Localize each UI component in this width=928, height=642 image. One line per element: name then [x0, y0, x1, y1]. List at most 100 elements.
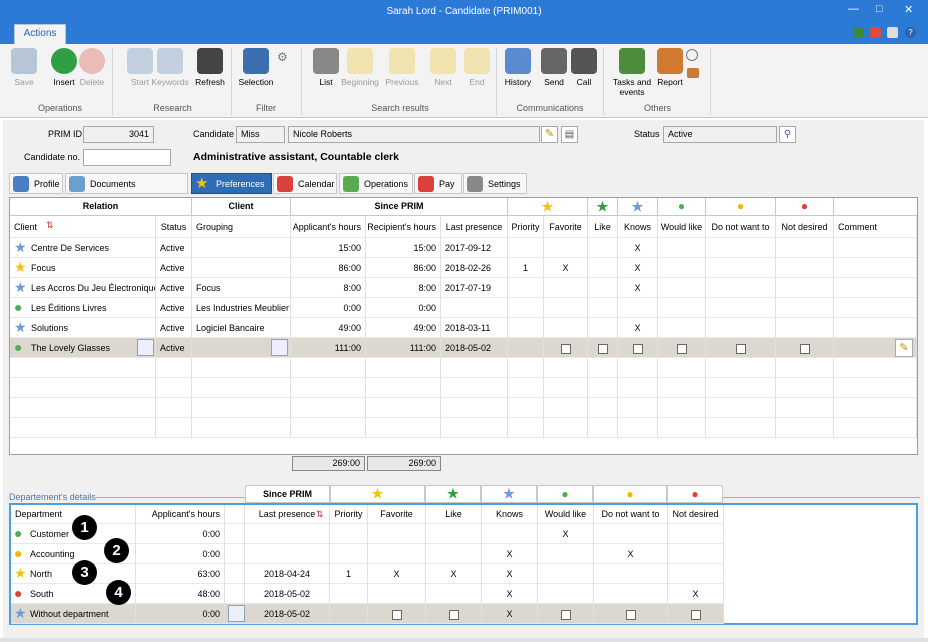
tab-profile[interactable]: Profile [9, 173, 63, 194]
column-header-not-desired[interactable]: Not desired [776, 216, 834, 238]
candidate-name-field[interactable]: Nicole Roberts [288, 126, 540, 143]
empty-cell [834, 398, 917, 418]
checkbox[interactable] [597, 343, 608, 354]
dept-would-like-person-icon: ● [537, 485, 593, 503]
previous-button[interactable]: Previous [382, 48, 422, 87]
dept-column-header-not-desired[interactable]: Not desired [668, 505, 724, 524]
print-icon[interactable] [887, 27, 898, 38]
column-header-would-like[interactable]: Would like [658, 216, 706, 238]
beginning-button[interactable]: Beginning [340, 48, 380, 87]
help-icon[interactable]: ? [905, 27, 916, 38]
checkbox[interactable] [799, 343, 810, 354]
refresh-button[interactable]: Refresh [190, 48, 230, 87]
checkbox[interactable] [391, 609, 402, 620]
clock-icon[interactable] [686, 49, 698, 61]
tab-settings[interactable]: Settings [463, 173, 527, 194]
column-header-rec-hours[interactable]: Recipient's hours [366, 216, 441, 238]
column-header-grouping[interactable]: Grouping [192, 216, 291, 238]
cell-favorite [544, 298, 588, 318]
empty-cell [834, 378, 917, 398]
filter-icon [243, 48, 269, 74]
column-header-comment[interactable]: Comment [834, 216, 917, 238]
selection-button[interactable]: Selection [236, 48, 276, 87]
checkbox[interactable] [625, 609, 636, 620]
status-field[interactable]: Active [663, 126, 777, 143]
checkbox[interactable] [632, 343, 643, 354]
column-header-not-want[interactable]: Do not want to [706, 216, 776, 238]
status-search-icon[interactable]: ⚲ [779, 126, 796, 143]
maximize-button[interactable]: □ [876, 3, 883, 15]
dept-column-header-not-want[interactable]: Do not want to [594, 505, 668, 524]
column-header-client[interactable]: Client [10, 216, 156, 238]
empty-cell [156, 378, 192, 398]
open-department-icon[interactable] [228, 605, 245, 622]
green-red-person-icon: ● [14, 525, 23, 541]
column-header-favorite[interactable]: Favorite [544, 216, 588, 238]
edit-pencil-icon[interactable]: ✎ [541, 126, 558, 143]
history-button[interactable]: History [498, 48, 538, 87]
cell-status: Active [156, 318, 192, 338]
view-record-icon[interactable]: ▤ [561, 126, 578, 143]
cell-client: Solutions [10, 318, 156, 338]
column-header-knows[interactable]: Knows [618, 216, 658, 238]
dept-column-header-would-like[interactable]: Would like [538, 505, 594, 524]
cell-client: Les Éditions Livres [10, 298, 156, 318]
checkbox[interactable] [560, 609, 571, 620]
cell-not-desired [776, 318, 834, 338]
sort-ascending-icon[interactable]: ⇅ [46, 220, 54, 231]
ribbon-tab-actions[interactable]: Actions [14, 24, 66, 44]
column-header-last[interactable]: Last presence [441, 216, 508, 238]
column-header-like[interactable]: Like [588, 216, 618, 238]
dept-column-header-app-hours[interactable]: Applicant's hours [136, 505, 225, 524]
empty-cell [10, 358, 156, 378]
column-header-priority[interactable]: Priority [508, 216, 544, 238]
candidate-title-field[interactable]: Miss [236, 126, 285, 143]
minimize-button[interactable]: — [848, 3, 859, 15]
empty-cell [291, 358, 366, 378]
tab-pay[interactable]: Pay [414, 173, 462, 194]
empty-cell [588, 398, 618, 418]
dept-cell-not-desired [668, 544, 724, 564]
green-person-icon: ● [14, 299, 23, 315]
checkbox[interactable] [690, 609, 701, 620]
save-button[interactable]: Save [4, 48, 44, 87]
dept-sort-icon[interactable]: ⇅ [316, 509, 324, 520]
checkbox[interactable] [560, 343, 571, 354]
phone-status-icon[interactable] [853, 27, 864, 38]
dept-column-header-like[interactable]: Like [426, 505, 482, 524]
calendar-icon[interactable] [870, 27, 881, 38]
tab-documents-management[interactable]: Documents management [65, 173, 188, 209]
keywords-button[interactable]: Keywords [150, 48, 190, 87]
tab-operations[interactable]: Operations [339, 173, 413, 194]
open-grouping-icon[interactable] [271, 339, 288, 356]
checkbox[interactable] [735, 343, 746, 354]
tab-preferences[interactable]: ★ Preferences [191, 173, 272, 194]
stamp-icon[interactable] [687, 68, 699, 78]
checkbox[interactable] [448, 609, 459, 620]
column-header-app-hours[interactable]: Applicant's hours [291, 216, 366, 238]
column-header-status[interactable]: Status [156, 216, 192, 238]
dept-cell-priority: 1 [330, 564, 368, 584]
report-button[interactable]: Report [650, 48, 690, 87]
close-button[interactable]: ✕ [904, 3, 913, 16]
call-button[interactable]: Call [564, 48, 604, 87]
tasks-and-events-button[interactable]: Tasks and events [610, 48, 654, 97]
empty-cell [776, 398, 834, 418]
status-label: Status [634, 129, 660, 139]
tab-calendar[interactable]: Calendar [273, 173, 337, 194]
end-button[interactable]: End [457, 48, 497, 87]
cell-app-hours: 111:00 [291, 338, 366, 358]
delete-button[interactable]: Delete [72, 48, 112, 87]
open-client-icon[interactable] [137, 339, 154, 356]
candidate-no-field[interactable] [83, 149, 171, 166]
dept-column-header-priority[interactable]: Priority [330, 505, 368, 524]
dept-column-header-knows[interactable]: Knows [482, 505, 538, 524]
edit-comment-icon[interactable]: ✎ [895, 339, 913, 357]
previous-label: Previous [385, 77, 419, 87]
checkbox[interactable] [676, 343, 687, 354]
gear-icon[interactable]: ⚙ [277, 50, 288, 64]
dept-cell-blank [225, 544, 245, 564]
dept-cell-favorite [368, 524, 426, 544]
dept-column-header-favorite[interactable]: Favorite [368, 505, 426, 524]
cell-comment [834, 238, 917, 258]
